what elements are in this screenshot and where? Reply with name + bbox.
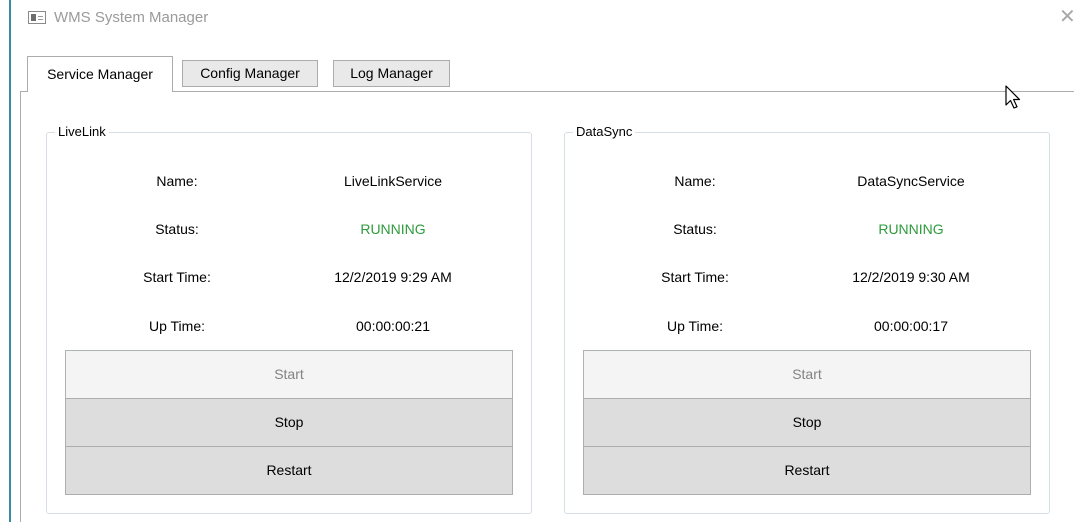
start-time-label: Start Time: bbox=[661, 269, 729, 285]
up-time-value: 00:00:00:17 bbox=[874, 318, 948, 334]
datasync-group: DataSync Name: DataSyncService Status: R… bbox=[564, 124, 1050, 514]
status-value: RUNNING bbox=[878, 221, 944, 237]
tab-panel-left-border bbox=[20, 91, 21, 522]
group-title: DataSync bbox=[573, 124, 636, 140]
start-time-row: Start Time: 12/2/2019 9:29 AM bbox=[47, 269, 531, 289]
window-title: WMS System Manager bbox=[54, 9, 209, 26]
up-time-label: Up Time: bbox=[148, 318, 205, 334]
name-label: Name: bbox=[156, 173, 198, 189]
start-time-value: 12/2/2019 9:30 AM bbox=[852, 269, 970, 285]
name-value: LiveLinkService bbox=[343, 173, 443, 189]
tab-log-manager[interactable]: Log Manager bbox=[333, 60, 450, 87]
app-window-icon bbox=[28, 11, 46, 24]
name-label: Name: bbox=[674, 173, 716, 189]
group-title: LiveLink bbox=[55, 124, 109, 140]
status-label: Status: bbox=[673, 221, 717, 237]
window-accent-border bbox=[9, 0, 11, 522]
status-label: Status: bbox=[155, 221, 199, 237]
tab-panel-border bbox=[20, 91, 1074, 92]
restart-button[interactable]: Restart bbox=[65, 446, 513, 495]
up-time-label: Up Time: bbox=[666, 318, 723, 334]
start-button: Start bbox=[65, 350, 513, 399]
stop-button[interactable]: Stop bbox=[583, 398, 1031, 447]
name-value: DataSyncService bbox=[857, 173, 965, 189]
close-icon[interactable]: ✕ bbox=[1059, 7, 1074, 27]
title-bar[interactable]: WMS System Manager ✕ bbox=[11, 0, 1074, 40]
name-row: Name: LiveLinkService bbox=[47, 173, 531, 193]
start-time-value: 12/2/2019 9:29 AM bbox=[334, 269, 452, 285]
start-time-row: Start Time: 12/2/2019 9:30 AM bbox=[565, 269, 1049, 289]
name-row: Name: DataSyncService bbox=[565, 173, 1049, 193]
restart-button[interactable]: Restart bbox=[583, 446, 1031, 495]
mouse-pointer-icon bbox=[1005, 85, 1025, 114]
stop-button[interactable]: Stop bbox=[65, 398, 513, 447]
start-button: Start bbox=[583, 350, 1031, 399]
tab-config-manager[interactable]: Config Manager bbox=[182, 60, 318, 87]
status-value: RUNNING bbox=[360, 221, 426, 237]
up-time-row: Up Time: 00:00:00:21 bbox=[47, 318, 531, 338]
up-time-value: 00:00:00:21 bbox=[356, 318, 430, 334]
start-time-label: Start Time: bbox=[143, 269, 211, 285]
status-row: Status: RUNNING bbox=[47, 221, 531, 241]
tab-service-manager[interactable]: Service Manager bbox=[27, 56, 173, 92]
up-time-row: Up Time: 00:00:00:17 bbox=[565, 318, 1049, 338]
status-row: Status: RUNNING bbox=[565, 221, 1049, 241]
livelink-group: LiveLink Name: LiveLinkService Status: R… bbox=[46, 124, 532, 514]
